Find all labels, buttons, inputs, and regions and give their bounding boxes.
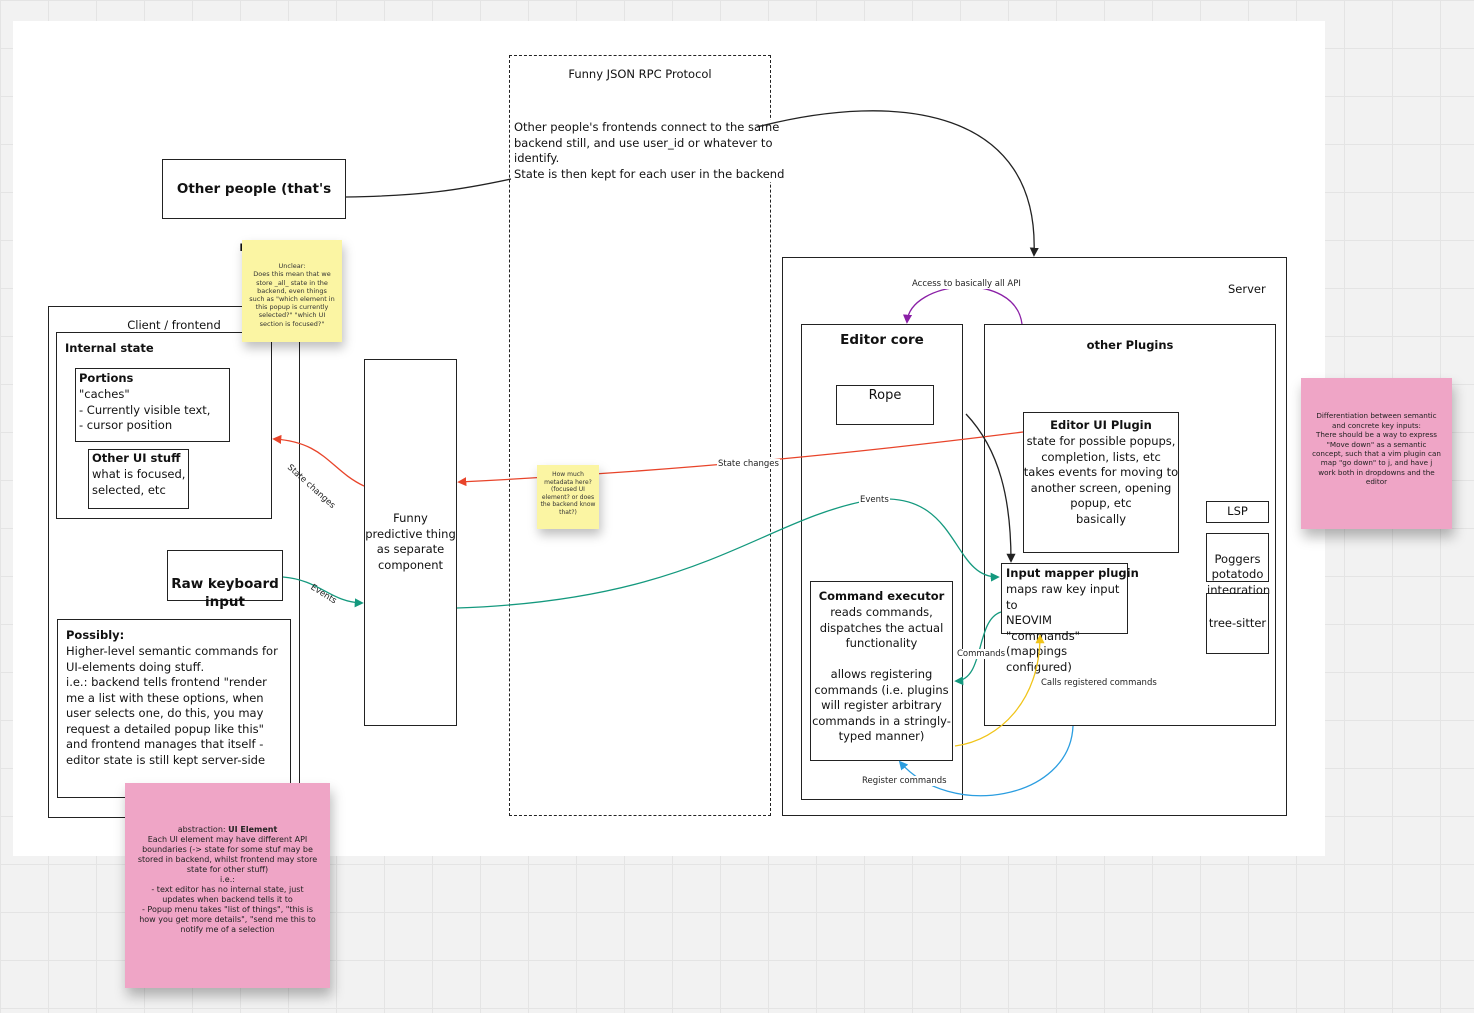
tree-sitter-label: tree-sitter <box>1208 616 1267 630</box>
sticky-unclear[interactable]: Unclear: Does this mean that we store _a… <box>242 240 342 342</box>
sticky-ui-element-title: UI Element <box>228 825 278 834</box>
sticky-unclear-text: Unclear: Does this mean that we store _a… <box>249 262 335 328</box>
editor-ui-plugin-title: Editor UI Plugin <box>1050 418 1152 432</box>
command-executor-title: Command executor <box>818 589 945 603</box>
poggers-potatodo-box[interactable]: Poggers potatodo integration <box>1206 533 1270 597</box>
label-access-api: Access to basically all API <box>911 279 1022 289</box>
label-register-commands: Register commands <box>861 776 948 786</box>
editor-ui-plugin-body: state for possible popups, completion, l… <box>1023 434 1179 526</box>
sticky-ui-element-body: Each UI element may have different API b… <box>137 835 318 934</box>
sticky-metadata[interactable]: How much metadata here? (focused UI elem… <box>537 465 599 529</box>
possibly-body: Higher-level semantic commands for UI-el… <box>66 644 278 767</box>
poggers-potatodo-label: Poggers potatodo integration <box>1207 551 1271 597</box>
lsp-box[interactable]: LSP <box>1206 501 1269 523</box>
label-calls-registered: Calls registered commands <box>1040 678 1158 688</box>
sticky-ui-element-prefix: abstraction: <box>177 825 229 834</box>
editor-core-title: Editor core <box>840 332 924 348</box>
possibly-title: Possibly: <box>66 628 125 642</box>
other-ui-stuff-title: Other UI stuff <box>92 451 181 465</box>
label-state-changes-backend: State changes <box>717 459 780 469</box>
protocol-note: Other people's frontends connect to the … <box>514 120 814 182</box>
portions-body: "caches" - Currently visible text, - cur… <box>79 387 211 432</box>
raw-keyboard-input-box[interactable]: Raw keyboard input <box>167 550 283 610</box>
server-title: Server <box>1228 282 1266 296</box>
lsp-label: LSP <box>1227 504 1248 518</box>
internal-state-title: Internal state <box>65 341 154 355</box>
predictive-component-label: Funny predictive thing as separate compo… <box>365 511 456 572</box>
other-plugins-title: other Plugins <box>1086 338 1174 352</box>
sticky-differentiation[interactable]: Differentiation between semantic and con… <box>1301 378 1452 529</box>
rope-box[interactable]: Rope <box>836 385 934 425</box>
label-events-backend: Events <box>859 495 890 505</box>
command-executor-body: reads commands, dispatches the actual fu… <box>812 605 951 743</box>
sticky-ui-element[interactable]: abstraction: UI Element Each UI element … <box>125 783 330 988</box>
sticky-metadata-text: How much metadata here? (focused UI elem… <box>540 471 596 516</box>
rope-label: Rope <box>868 388 902 403</box>
input-mapper-plugin-title: Input mapper plugin <box>1006 566 1139 580</box>
other-ui-stuff-body: what is focused, selected, etc <box>92 467 186 497</box>
label-commands: Commands <box>956 649 1007 659</box>
protocol-title: Funny JSON RPC Protocol <box>568 67 712 81</box>
portions-title: Portions <box>79 371 134 385</box>
input-mapper-plugin-body: maps raw key input to NEOVIM "commands" … <box>1006 582 1120 674</box>
sticky-differentiation-text: Differentiation between semantic and con… <box>1312 411 1441 487</box>
other-people-box[interactable]: Other people (that's me) <box>162 159 346 255</box>
tree-sitter-box[interactable]: tree-sitter <box>1206 593 1269 654</box>
